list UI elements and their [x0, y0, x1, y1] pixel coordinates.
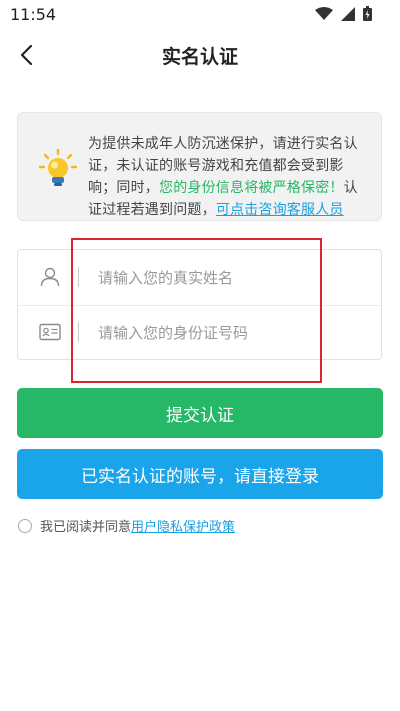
privacy-policy-link[interactable]: 用户隐私保护政策 — [131, 516, 235, 535]
notice-text: 为提供未成年人防沉迷保护，请进行实名认证，未认证的账号游戏和充值都会受到影响；同… — [88, 133, 368, 221]
nav-bar: 实名认证 — [0, 30, 400, 80]
status-bar: 11:54 — [0, 0, 400, 30]
name-row — [18, 250, 381, 306]
id-card-icon — [38, 320, 62, 344]
real-name-input[interactable] — [96, 262, 360, 294]
id-row — [18, 305, 381, 360]
id-separator — [78, 322, 79, 342]
agreement-prefix: 我已阅读并同意 — [40, 520, 132, 535]
status-time: 11:54 — [10, 5, 57, 24]
submit-verification-button[interactable]: 提交认证 — [17, 388, 383, 438]
status-icons — [315, 6, 372, 21]
contact-support-link[interactable]: 可点击咨询客服人员 — [216, 202, 344, 218]
verified-login-button[interactable]: 已实名认证的账号，请直接登录 — [17, 449, 383, 499]
agreement-radio[interactable] — [18, 518, 32, 533]
notice-card: 为提供未成年人防沉迷保护，请进行实名认证，未认证的账号游戏和充值都会受到影响；同… — [17, 112, 382, 221]
signal-icon — [341, 6, 355, 21]
page-title: 实名认证 — [161, 46, 238, 68]
name-separator — [78, 267, 79, 287]
wifi-icon — [315, 6, 333, 20]
lightbulb-icon — [38, 148, 78, 186]
agreement-row: 我已阅读并同意 用户隐私保护政策 — [18, 516, 235, 535]
id-number-input[interactable] — [96, 317, 360, 349]
battery-icon — [363, 6, 372, 21]
identity-form — [17, 249, 382, 360]
person-icon — [38, 265, 62, 289]
notice-privacy-highlight: 您的身份信息将被严格保密！ — [159, 180, 344, 196]
